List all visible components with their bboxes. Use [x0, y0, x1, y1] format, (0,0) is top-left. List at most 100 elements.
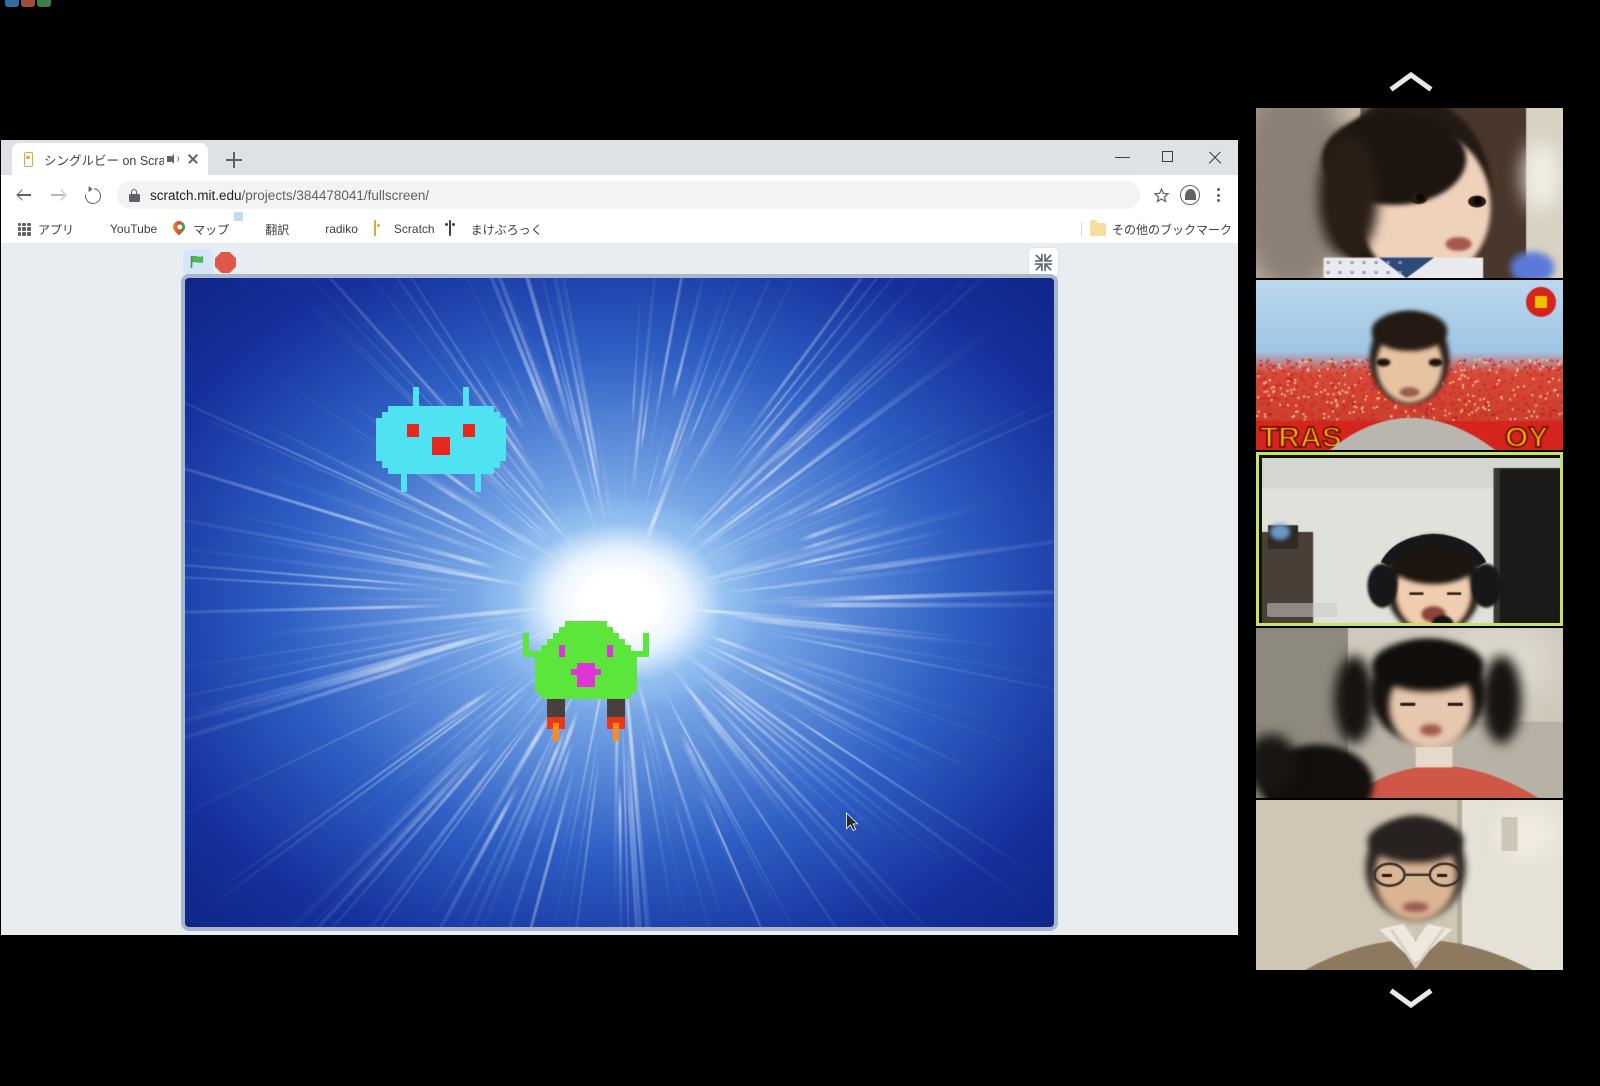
- participant-tile[interactable]: [1256, 108, 1563, 278]
- minimize-button[interactable]: [1100, 140, 1146, 175]
- stop-sign-button[interactable]: [215, 252, 236, 273]
- chevron-up-icon: [1389, 71, 1432, 92]
- background-ray: [802, 620, 970, 639]
- background-ray: [739, 593, 1054, 604]
- background-ray: [694, 398, 1027, 568]
- maximize-button[interactable]: [1146, 140, 1192, 175]
- background-ray: [432, 680, 529, 767]
- background-ray: [227, 728, 499, 927]
- window-controls: [1100, 140, 1238, 175]
- background-ray: [185, 502, 470, 569]
- background-ray: [704, 694, 952, 927]
- participant-tile[interactable]: [1256, 628, 1563, 798]
- background-ray: [454, 782, 545, 927]
- background-ray: [732, 326, 937, 506]
- background-ray: [719, 278, 959, 485]
- background-ray: [388, 688, 493, 762]
- background-ray: [695, 538, 839, 584]
- background-ray: [369, 582, 466, 592]
- background-ray: [693, 746, 743, 837]
- taskbar-glyph-remnant: [5, 0, 65, 8]
- background-ray: [644, 398, 674, 508]
- background-ray: [308, 661, 546, 855]
- background-ray: [712, 676, 990, 896]
- bookmark-radiko[interactable]: radiko: [296, 218, 365, 240]
- background-ray: [630, 278, 642, 429]
- speaker-icon[interactable]: [164, 151, 180, 167]
- background-ray: [531, 278, 608, 529]
- sprite-pixel: [619, 723, 625, 729]
- bookmark-maps[interactable]: マップ: [164, 218, 236, 240]
- bookmark-scratch[interactable]: Scratch: [365, 218, 442, 240]
- bookmark-label: 翻訳: [265, 222, 290, 237]
- background-ray: [721, 718, 950, 927]
- background-ray: [682, 380, 835, 539]
- sprite-pixel: [613, 735, 619, 741]
- background-ray: [681, 682, 743, 758]
- background-ray: [310, 623, 545, 695]
- forward-button[interactable]: [43, 180, 73, 210]
- background-ray: [185, 534, 502, 589]
- background-ray: [622, 363, 629, 527]
- sprite-pixel: [500, 455, 507, 462]
- new-tab-button[interactable]: [223, 149, 245, 171]
- background-ray: [686, 393, 1003, 568]
- participant-tile[interactable]: [1256, 800, 1563, 970]
- three-dot-menu-icon[interactable]: [1206, 180, 1230, 210]
- participant-tile[interactable]: [1256, 280, 1563, 450]
- background-ray: [415, 754, 552, 927]
- background-ray: [694, 670, 889, 842]
- background-ray: [351, 527, 497, 570]
- background-ray: [658, 311, 718, 485]
- exit-fullscreen-button[interactable]: [1028, 247, 1059, 277]
- url-host: scratch.mit.edu: [150, 187, 242, 203]
- background-ray: [684, 607, 858, 624]
- background-ray: [528, 278, 587, 458]
- background-ray: [810, 586, 1054, 601]
- background-ray: [679, 730, 734, 837]
- lock-icon: [129, 189, 140, 202]
- background-ray: [500, 724, 569, 881]
- background-ray: [719, 326, 878, 497]
- scroll-down-button[interactable]: [1254, 978, 1567, 1018]
- back-button[interactable]: [9, 180, 39, 210]
- background-ray: [753, 660, 907, 728]
- background-ray: [801, 496, 1010, 557]
- bookmark-makeblock[interactable]: まけぶろっく: [442, 218, 550, 240]
- reload-button[interactable]: [77, 180, 107, 210]
- background-ray: [741, 557, 1000, 592]
- close-icon[interactable]: [184, 150, 202, 168]
- background-ray: [684, 310, 744, 450]
- address-bar[interactable]: scratch.mit.edu/projects/384478041/fulls…: [117, 181, 1140, 209]
- scratch-stage[interactable]: [185, 278, 1054, 927]
- background-ray: [256, 605, 551, 637]
- background-ray: [782, 526, 956, 569]
- profile-avatar-icon[interactable]: [1177, 182, 1203, 208]
- browser-toolbar: scratch.mit.edu/projects/384478041/fulls…: [1, 175, 1238, 215]
- background-ray: [185, 642, 462, 736]
- bookmark-label: まけぶろっく: [470, 222, 543, 237]
- background-ray: [785, 450, 990, 535]
- other-bookmarks-button[interactable]: その他のブックマーク: [1080, 215, 1232, 243]
- chevron-down-icon: [1389, 988, 1432, 1009]
- background-ray: [692, 478, 918, 574]
- background-ray: [706, 675, 925, 857]
- desktop-background: シングルビー on Scratch scratch.mit.edu/projec…: [0, 0, 1600, 1086]
- background-ray: [370, 743, 493, 881]
- background-ray: [626, 736, 655, 927]
- background-ray: [250, 678, 540, 927]
- close-window-button[interactable]: [1192, 140, 1238, 175]
- background-ray: [225, 659, 534, 871]
- green-flag-button[interactable]: [183, 249, 213, 276]
- background-ray: [653, 278, 715, 418]
- bookmark-translate[interactable]: 翻訳: [236, 218, 296, 240]
- background-ray: [797, 621, 1016, 649]
- scroll-up-button[interactable]: [1254, 62, 1567, 102]
- background-ray: [651, 707, 725, 922]
- star-icon[interactable]: [1148, 182, 1174, 208]
- participant-tile-active-speaker[interactable]: [1256, 452, 1563, 626]
- background-ray: [727, 382, 985, 539]
- browser-tab[interactable]: シングルビー on Scratch: [12, 143, 208, 175]
- bookmark-youtube[interactable]: YouTube: [81, 218, 164, 240]
- bookmark-apps[interactable]: アプリ: [9, 218, 81, 240]
